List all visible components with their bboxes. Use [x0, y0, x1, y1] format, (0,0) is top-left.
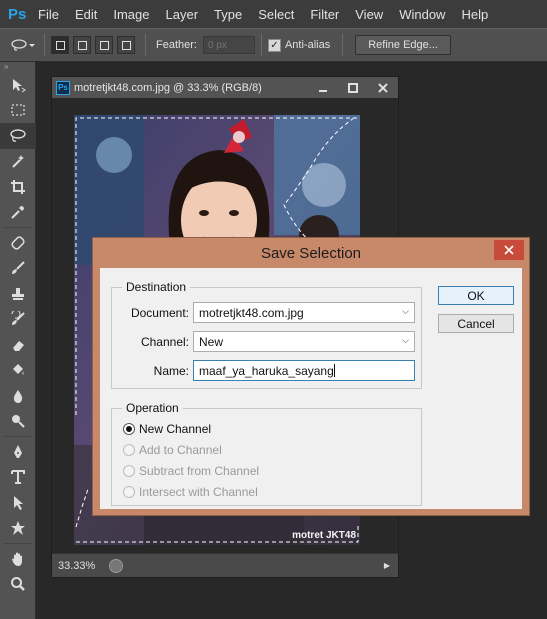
radio-button-selected[interactable]: [123, 423, 135, 435]
name-label: Name:: [153, 363, 189, 378]
operation-group: Operation New Channel Add to Channel Sub…: [111, 401, 422, 506]
separator: [44, 34, 45, 56]
menu-file[interactable]: File: [30, 7, 67, 22]
antialias-label: Anti-alias: [284, 39, 331, 51]
refine-edge-button[interactable]: Refine Edge...: [355, 35, 451, 55]
dialog-close-icon[interactable]: [494, 240, 524, 260]
radio-label: New Channel: [139, 422, 212, 436]
maximize-icon[interactable]: [338, 79, 368, 97]
minimize-icon[interactable]: [308, 79, 338, 97]
radio-button-disabled[interactable]: [123, 486, 135, 498]
radio-intersect-with-channel[interactable]: Intersect with Channel: [123, 485, 258, 499]
history-brush-tool-icon[interactable]: [0, 307, 36, 333]
radio-new-channel[interactable]: New Channel: [123, 422, 211, 436]
tools-panel: »: [0, 62, 36, 619]
document-row: Document: motretjkt48.com.jpg ⌵: [112, 302, 415, 323]
document-status-bar: 33.33% ▶: [52, 553, 398, 577]
menu-view[interactable]: View: [347, 7, 391, 22]
document-select-value: motretjkt48.com.jpg: [199, 306, 304, 320]
eyedropper-tool-icon[interactable]: [0, 200, 36, 226]
name-input[interactable]: maaf_ya_haruka_sayang: [193, 360, 415, 381]
text-cursor: [333, 364, 335, 377]
magic-wand-tool-icon[interactable]: [0, 149, 36, 175]
lasso-icon[interactable]: [8, 35, 38, 55]
radio-button-disabled[interactable]: [123, 444, 135, 456]
dialog-body: Destination Document: motretjkt48.com.jp…: [100, 268, 522, 509]
marquee-tool-icon[interactable]: [0, 98, 36, 124]
channel-select[interactable]: New ⌵: [193, 331, 415, 352]
status-info-icon[interactable]: [109, 558, 124, 573]
document-title: motretjkt48.com.jpg @ 33.3% (RGB/8): [74, 81, 262, 94]
close-icon[interactable]: [368, 79, 398, 97]
path-selection-tool-icon[interactable]: [0, 490, 36, 516]
document-select[interactable]: motretjkt48.com.jpg ⌵: [193, 302, 415, 323]
menu-edit[interactable]: Edit: [67, 7, 105, 22]
new-selection-button[interactable]: [51, 36, 69, 54]
subtract-from-selection-button[interactable]: [95, 36, 113, 54]
clone-stamp-tool-icon[interactable]: [0, 281, 36, 307]
brush-tool-icon[interactable]: [0, 256, 36, 282]
move-tool-icon[interactable]: [0, 72, 36, 98]
radio-button-disabled[interactable]: [123, 465, 135, 477]
feather-input[interactable]: [202, 36, 255, 54]
antialias-checkbox[interactable]: ✓: [267, 38, 281, 52]
chevron-down-icon: ⌵: [402, 306, 409, 316]
healing-brush-tool-icon[interactable]: [0, 230, 36, 256]
zoom-tool-icon[interactable]: [0, 572, 36, 598]
document-title-bar[interactable]: Ps motretjkt48.com.jpg @ 33.3% (RGB/8): [52, 77, 398, 99]
intersect-selection-button[interactable]: [117, 36, 135, 54]
name-input-value: maaf_ya_haruka_sayang: [199, 364, 334, 378]
separator: [342, 34, 344, 56]
menu-window[interactable]: Window: [391, 7, 453, 22]
menu-filter[interactable]: Filter: [302, 7, 347, 22]
options-bar: Feather: ✓ Anti-alias Refine Edge...: [0, 28, 547, 62]
paint-bucket-tool-icon[interactable]: [0, 358, 36, 384]
status-menu-arrow-icon[interactable]: ▶: [384, 561, 390, 570]
dialog-title: Save Selection: [260, 244, 362, 262]
radio-label: Subtract from Channel: [139, 464, 260, 478]
channel-row: Channel: New ⌵: [112, 331, 415, 352]
eraser-tool-icon[interactable]: [0, 332, 36, 358]
radio-label: Add to Channel: [139, 443, 222, 457]
blur-tool-icon[interactable]: [0, 383, 36, 409]
add-to-selection-button[interactable]: [73, 36, 91, 54]
shape-tool-icon[interactable]: [0, 516, 36, 542]
type-tool-icon[interactable]: [0, 465, 36, 491]
radio-subtract-from-channel[interactable]: Subtract from Channel: [123, 464, 259, 478]
channel-select-value: New: [199, 335, 224, 349]
photoshop-logo: Ps: [8, 5, 27, 23]
separator: [145, 34, 146, 56]
menu-image[interactable]: Image: [105, 7, 157, 22]
feather-label: Feather:: [156, 39, 197, 51]
ok-button[interactable]: OK: [438, 286, 514, 305]
lasso-tool-icon[interactable]: [0, 123, 36, 149]
dialog-title-bar[interactable]: Save Selection: [93, 238, 529, 268]
menu-select[interactable]: Select: [250, 7, 302, 22]
chevron-down-icon: ⌵: [402, 335, 409, 345]
menu-bar: Ps File Edit Image Layer Type Select Fil…: [0, 0, 547, 28]
zoom-level[interactable]: 33.33%: [58, 560, 95, 572]
menu-layer[interactable]: Layer: [158, 7, 207, 22]
separator: [260, 34, 262, 56]
name-row: Name: maaf_ya_haruka_sayang: [112, 360, 415, 381]
radio-label: Intersect with Channel: [139, 485, 258, 499]
photoshop-document-icon: Ps: [56, 80, 70, 95]
hand-tool-icon[interactable]: [0, 546, 36, 572]
radio-add-to-channel[interactable]: Add to Channel: [123, 443, 222, 457]
destination-group: Destination Document: motretjkt48.com.jp…: [111, 280, 422, 389]
photo-watermark: motret JKT48: [292, 530, 356, 541]
crop-tool-icon[interactable]: [0, 174, 36, 200]
menu-type[interactable]: Type: [206, 7, 250, 22]
cancel-button[interactable]: Cancel: [438, 314, 514, 333]
menu-help[interactable]: Help: [453, 7, 496, 22]
panel-grip-icon[interactable]: »: [0, 62, 35, 72]
pen-tool-icon[interactable]: [0, 439, 36, 465]
operation-label: Operation: [122, 401, 183, 415]
save-selection-dialog: Save Selection Destination Document: mot…: [92, 237, 530, 516]
channel-label: Channel:: [140, 334, 189, 349]
dodge-tool-icon[interactable]: [0, 409, 36, 435]
document-label: Document:: [130, 305, 189, 320]
destination-label: Destination: [122, 280, 191, 294]
